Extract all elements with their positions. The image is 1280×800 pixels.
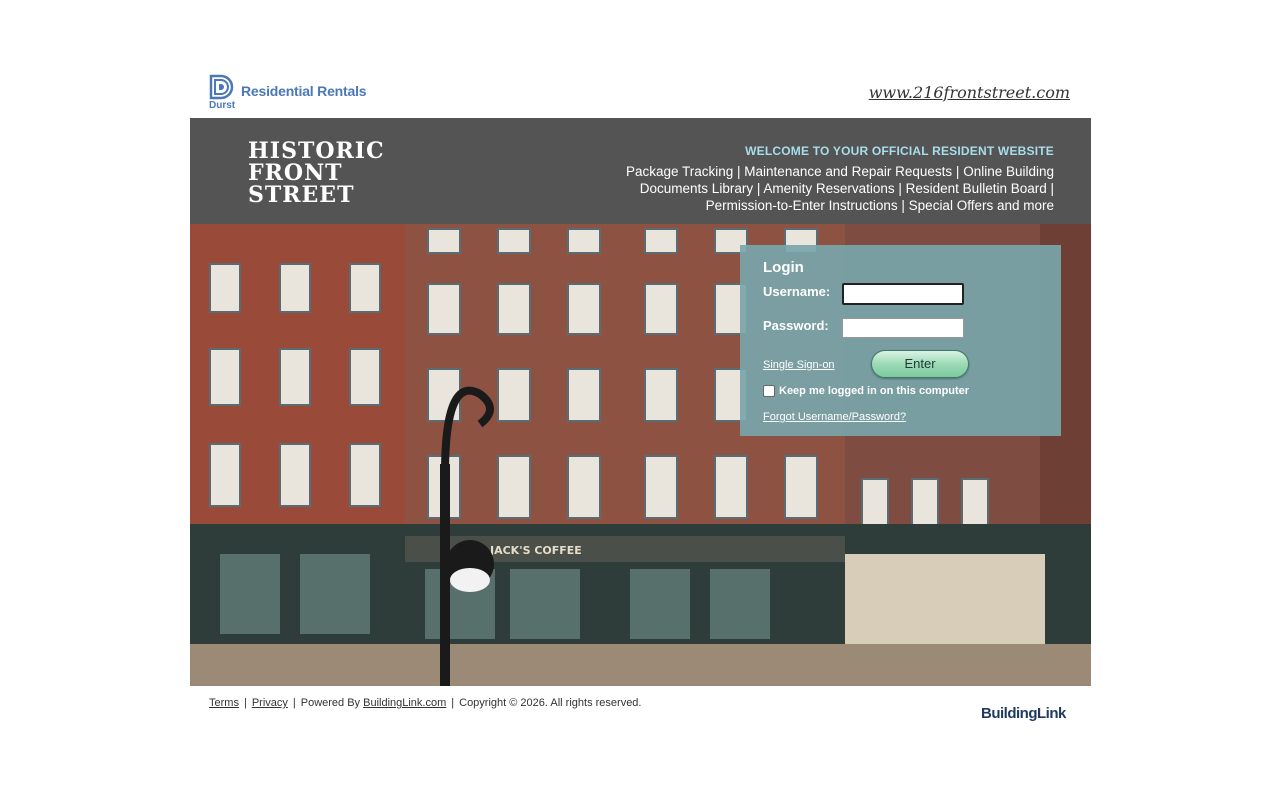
buildinglink-link[interactable]: BuildingLink.com — [363, 697, 446, 709]
banner: HISTORIC FRONT STREET WELCOME TO YOUR OF… — [190, 118, 1091, 224]
password-label: Password: — [763, 318, 829, 333]
historic-front-street-logo: HISTORIC FRONT STREET — [248, 140, 444, 206]
jacks-coffee-sign: JACK'S COFFEE — [489, 544, 582, 557]
features-line-3: Permission-to-Enter Instructions | Speci… — [705, 198, 1054, 213]
buildinglink-logo: BuildingLink — [981, 705, 1066, 722]
site-url-link[interactable]: www.216frontstreet.com — [869, 83, 1070, 102]
password-input[interactable] — [842, 318, 964, 338]
brand-durst-text: Durst — [209, 100, 236, 111]
terms-link[interactable]: Terms — [209, 697, 239, 709]
login-title: Login — [763, 259, 804, 276]
features-list: Package Tracking | Maintenance and Repai… — [624, 163, 1054, 214]
keep-logged-in-checkbox[interactable] — [763, 385, 775, 397]
logo-line-3: STREET — [248, 182, 355, 208]
keep-logged-in-label: Keep me logged in on this computer — [779, 385, 970, 397]
keep-logged-in[interactable]: Keep me logged in on this computer — [763, 385, 969, 397]
username-input[interactable] — [842, 283, 964, 305]
features-line-2: Documents Library | Amenity Reservations… — [639, 181, 1054, 196]
durst-logo: Durst Residential Rentals — [209, 74, 367, 111]
welcome-heading: WELCOME TO YOUR OFFICIAL RESIDENT WEBSIT… — [745, 144, 1054, 158]
single-sign-on-link[interactable]: Single Sign-on — [763, 359, 835, 371]
username-label: Username: — [763, 284, 831, 299]
features-line-1: Package Tracking | Maintenance and Repai… — [625, 164, 1054, 179]
login-panel: Login Username: Password: Single Sign-on… — [740, 245, 1061, 436]
footer: Terms | Privacy | Powered By BuildingLink.co… — [209, 697, 642, 709]
privacy-link[interactable]: Privacy — [252, 697, 288, 709]
brand-residential-rentals: Residential Rentals — [241, 83, 367, 99]
logo-line-2: FRONT — [248, 160, 343, 186]
copyright-text: Copyright © 2026. All rights reserved. — [459, 697, 642, 709]
forgot-credentials-link[interactable]: Forgot Username/Password? — [763, 411, 906, 423]
enter-button[interactable]: Enter — [871, 350, 969, 378]
logo-line-1: HISTORIC — [248, 138, 385, 164]
powered-by-text: Powered By — [300, 697, 361, 709]
durst-mark-icon: Durst — [209, 74, 236, 111]
